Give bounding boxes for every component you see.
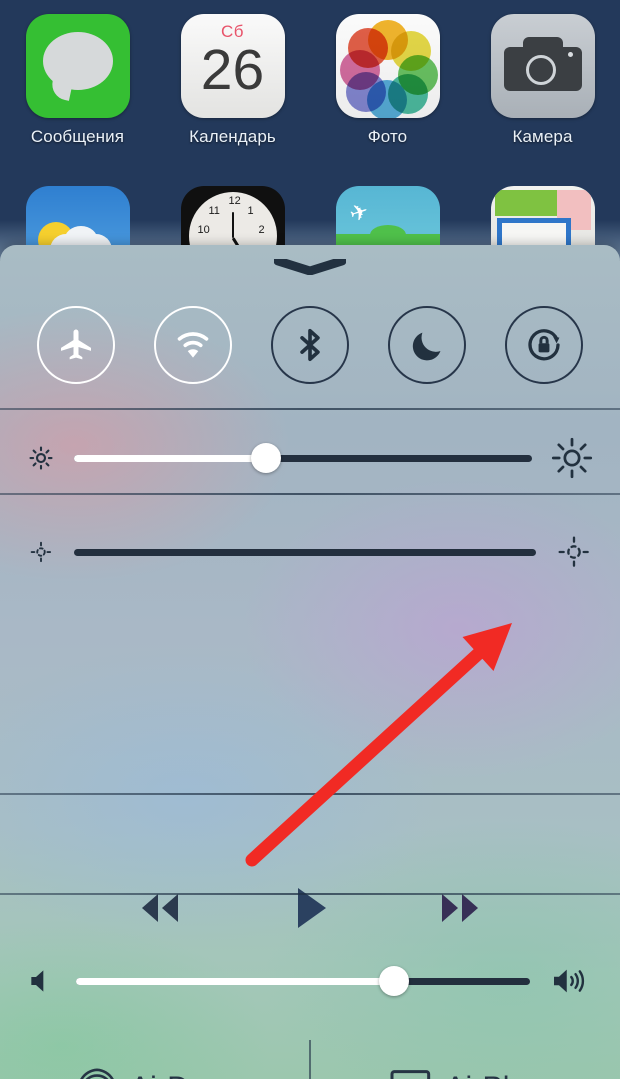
app-messages[interactable]: Сообщения (0, 14, 155, 147)
airdrop-button[interactable]: AirDrop (0, 1040, 309, 1079)
app-calendar[interactable]: Сб 26 Календарь (155, 14, 310, 147)
play-icon (298, 888, 326, 928)
airplay-icon (390, 1070, 431, 1079)
ios-home-screen-with-control-center: Сообщения Сб 26 Календарь Фото Камера 12… (0, 0, 620, 1079)
camera-icon (490, 14, 595, 118)
dimmer-slider[interactable] (74, 537, 536, 567)
calendar-icon: Сб 26 (180, 14, 285, 118)
brightness-thumb[interactable] (251, 443, 282, 473)
media-controls-row (0, 870, 620, 946)
dimmer-track (74, 548, 536, 556)
share-row: AirDrop AirPlay (0, 1040, 620, 1079)
bluetooth-icon (300, 328, 320, 362)
bluetooth-toggle[interactable] (270, 306, 349, 384)
volume-thumb[interactable] (378, 966, 409, 996)
brightness-fill (74, 454, 267, 462)
play-button[interactable] (290, 885, 330, 931)
brightness-slider-row (0, 423, 620, 493)
plane-glyph: ✈ (345, 197, 372, 228)
grabber-handle[interactable] (273, 256, 347, 276)
control-center-panel: AirDrop AirPlay (0, 245, 620, 1079)
quick-toggle-row (0, 285, 620, 405)
airdrop-icon (80, 1068, 114, 1079)
speaker-loud-icon (554, 969, 585, 993)
calendar-day-number: 26 (200, 38, 265, 102)
divider-media (0, 793, 620, 795)
airdrop-label: AirDrop (130, 1071, 233, 1079)
airplane-mode-toggle[interactable] (37, 306, 116, 384)
sun-dashed-small-icon (30, 541, 52, 563)
airplay-label: AirPlay (445, 1071, 541, 1079)
volume-slider[interactable] (76, 966, 530, 996)
volume-fill (76, 977, 394, 985)
pointer-arrow (245, 623, 512, 867)
speaker-mute-icon (31, 970, 44, 992)
brightness-slider[interactable] (74, 443, 532, 473)
do-not-disturb-toggle[interactable] (387, 306, 466, 384)
wifi-toggle[interactable] (154, 306, 233, 384)
app-camera[interactable]: Камера (465, 14, 620, 147)
app-label-photos: Фото (367, 127, 408, 146)
divider-brightness (0, 493, 620, 495)
sun-small-icon (29, 446, 53, 470)
rotation-lock-toggle[interactable] (504, 306, 583, 384)
camera-lens-glyph (525, 55, 556, 85)
divider-toggles (0, 408, 620, 410)
camera-flash-glyph (567, 52, 573, 57)
dimmer-slider-row (0, 517, 620, 587)
app-label-calendar: Календарь (189, 127, 276, 146)
app-label-messages: Сообщения (30, 127, 125, 146)
rotation-lock-icon (527, 329, 560, 361)
airplay-button[interactable]: AirPlay (309, 1040, 620, 1079)
divider-share (0, 893, 620, 895)
photos-icon (335, 14, 440, 118)
wifi-icon (177, 332, 209, 358)
app-photos[interactable]: Фото (310, 14, 465, 147)
airplane-icon (61, 329, 92, 360)
sun-large-icon (551, 437, 593, 479)
moon-icon (412, 332, 441, 361)
volume-slider-row (0, 950, 620, 1012)
messages-icon (25, 14, 130, 118)
app-icon-row-1: Сообщения Сб 26 Календарь Фото Камера (0, 14, 620, 147)
sun-dashed-large-icon (558, 536, 590, 568)
speech-bubble-glyph (42, 32, 113, 90)
news-green-glyph (494, 190, 557, 216)
app-label-camera: Камера (512, 127, 573, 146)
